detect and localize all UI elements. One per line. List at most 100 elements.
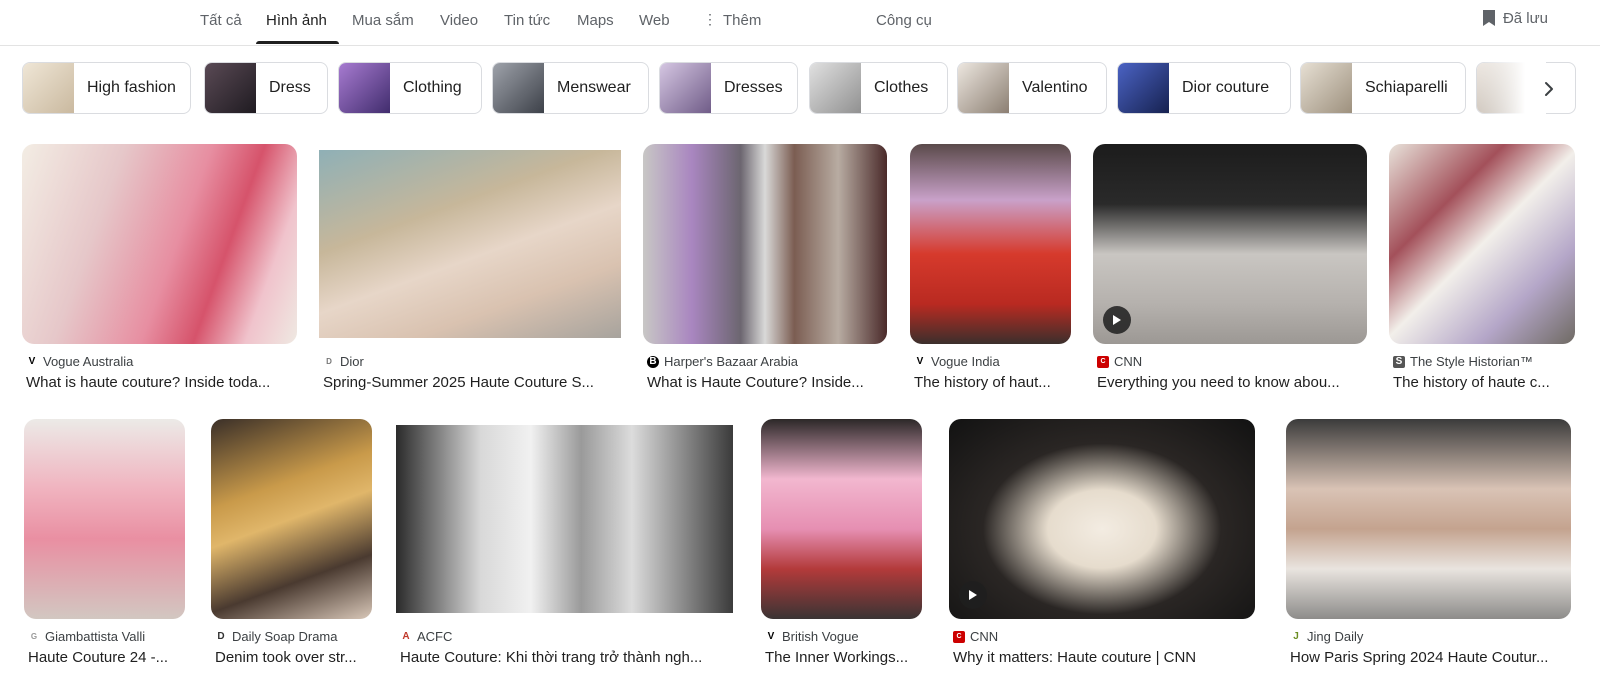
result-card[interactable]: B Harper's Bazaar Arabia What is Haute C… (643, 144, 888, 394)
more-vert-icon: ⋮ (703, 11, 717, 27)
chip-thumbnail (23, 63, 74, 113)
chip-dresses[interactable]: Dresses (659, 62, 798, 114)
result-card[interactable]: C CNN Everything you need to know abou..… (1093, 144, 1368, 394)
chip-label: Clothes (874, 79, 929, 96)
result-thumbnail[interactable] (211, 419, 372, 619)
result-title[interactable]: Denim took over str... (215, 649, 373, 666)
result-thumbnail[interactable] (22, 144, 297, 344)
video-play-badge (1103, 306, 1131, 334)
chip-thumbnail (339, 63, 390, 113)
result-title[interactable]: Everything you need to know abou... (1097, 374, 1367, 391)
chip-schiaparelli[interactable]: Schiaparelli (1300, 62, 1466, 114)
result-source-name: Dior (340, 354, 364, 369)
chip-valentino[interactable]: Valentino (957, 62, 1107, 114)
chip-dior-couture[interactable]: Dior couture (1117, 62, 1291, 114)
style-historian-favicon-icon: S (1393, 355, 1405, 368)
play-icon (1113, 315, 1121, 325)
result-source[interactable]: J Jing Daily (1290, 629, 1363, 644)
active-tab-indicator (256, 41, 339, 44)
result-source-name: Jing Daily (1307, 629, 1364, 644)
tab-shopping[interactable]: Mua sắm (352, 12, 414, 29)
result-card[interactable]: V British Vogue The Inner Workings... (761, 419, 924, 669)
result-thumbnail[interactable] (761, 419, 922, 619)
cnn-favicon-icon: C (953, 630, 965, 643)
saved-button[interactable]: Đã lưu (1481, 9, 1548, 27)
result-thumbnail[interactable] (1286, 419, 1571, 619)
search-tabs-bar: Tất cả Hình ảnh Mua sắm Video Tin tức Ma… (0, 0, 1600, 46)
result-source-name: The Style Historian™ (1410, 354, 1533, 369)
chip-thumbnail (493, 63, 544, 113)
result-source-name: Giambattista Valli (45, 629, 146, 644)
result-source[interactable]: G Giambattista Valli (28, 629, 145, 644)
tab-maps[interactable]: Maps (577, 12, 614, 29)
result-source[interactable]: V British Vogue (765, 629, 859, 644)
result-card[interactable]: S The Style Historian™ The history of ha… (1389, 144, 1575, 394)
chip-thumbnail (810, 63, 861, 113)
tab-all[interactable]: Tất cả (200, 12, 242, 29)
result-title[interactable]: Spring-Summer 2025 Haute Couture S... (323, 374, 623, 391)
chip-clothing[interactable]: Clothing (338, 62, 482, 114)
chip-high-fashion[interactable]: High fashion (22, 62, 191, 114)
result-card[interactable]: J Jing Daily How Paris Spring 2024 Haute… (1286, 419, 1573, 669)
result-title[interactable]: What is haute couture? Inside toda... (26, 374, 296, 391)
result-source-name: ACFC (417, 629, 453, 644)
result-source[interactable]: V Vogue Australia (26, 354, 134, 369)
chip-label: Valentino (1022, 79, 1088, 96)
result-source-name: Vogue Australia (43, 354, 134, 369)
result-title[interactable]: Why it matters: Haute couture | CNN (953, 649, 1255, 666)
result-title[interactable]: The history of haut... (914, 374, 1072, 391)
chip-thumbnail (1301, 63, 1352, 113)
result-thumbnail[interactable] (1093, 144, 1367, 344)
tab-more[interactable]: ⋮ Thêm (703, 11, 761, 29)
tab-web[interactable]: Web (639, 12, 670, 29)
chip-clothes[interactable]: Clothes (809, 62, 948, 114)
result-source[interactable]: C CNN (1097, 354, 1142, 369)
result-title[interactable]: How Paris Spring 2024 Haute Coutur... (1290, 649, 1572, 666)
tab-images[interactable]: Hình ảnh (266, 12, 327, 29)
result-source[interactable]: B Harper's Bazaar Arabia (647, 354, 798, 369)
result-title[interactable]: Haute Couture: Khi thời trang trở thành … (400, 649, 734, 666)
tab-news[interactable]: Tin tức (504, 12, 550, 29)
chip-label: High fashion (87, 79, 176, 96)
result-source[interactable]: A ACFC (400, 629, 452, 644)
result-source[interactable]: C CNN (953, 629, 998, 644)
chip-dress[interactable]: Dress (204, 62, 328, 114)
result-source-name: Harper's Bazaar Arabia (664, 354, 798, 369)
result-source[interactable]: S The Style Historian™ (1393, 354, 1533, 369)
result-card[interactable]: C CNN Why it matters: Haute couture | CN… (949, 419, 1256, 669)
result-thumbnail[interactable] (949, 419, 1255, 619)
chip-label: Clothing (403, 79, 462, 96)
tab-video[interactable]: Video (440, 12, 478, 29)
result-source[interactable]: D Dior (323, 354, 364, 369)
result-source[interactable]: V Vogue India (914, 354, 1000, 369)
giambattista-favicon-icon: G (30, 631, 38, 641)
result-card[interactable]: D Dior Spring-Summer 2025 Haute Couture … (319, 144, 625, 394)
play-icon (969, 590, 977, 600)
tab-tools[interactable]: Công cụ (876, 12, 932, 29)
result-card[interactable]: G Giambattista Valli Haute Couture 24 -.… (24, 419, 187, 669)
result-thumbnail[interactable] (910, 144, 1071, 344)
result-source[interactable]: D Daily Soap Drama (215, 629, 337, 644)
result-card[interactable]: A ACFC Haute Couture: Khi thời trang trở… (396, 419, 734, 669)
result-title[interactable]: What is Haute Couture? Inside... (647, 374, 885, 391)
result-title[interactable]: The history of haute c... (1393, 374, 1575, 391)
result-title[interactable]: The Inner Workings... (765, 649, 923, 666)
chip-thumbnail (958, 63, 1009, 113)
saved-label: Đã lưu (1502, 9, 1548, 27)
result-card[interactable]: D Daily Soap Drama Denim took over str..… (211, 419, 374, 669)
vogue-favicon-icon: V (28, 355, 36, 367)
result-thumbnail[interactable] (24, 419, 185, 619)
result-title[interactable]: Haute Couture 24 -... (28, 649, 186, 666)
result-card[interactable]: V Vogue India The history of haut... (910, 144, 1073, 394)
chip-thumbnail (205, 63, 256, 113)
result-thumbnail[interactable] (643, 144, 887, 344)
result-thumbnail[interactable] (1389, 144, 1575, 344)
result-thumbnail[interactable] (396, 425, 733, 613)
chip-menswear[interactable]: Menswear (492, 62, 649, 114)
result-source-name: CNN (1114, 354, 1143, 369)
chips-scroll-next-button[interactable] (1535, 75, 1563, 103)
result-thumbnail[interactable] (319, 150, 621, 338)
result-source-name: Vogue India (931, 354, 1000, 369)
chip-label: Menswear (557, 79, 631, 96)
result-card[interactable]: V Vogue Australia What is haute couture?… (22, 144, 298, 394)
